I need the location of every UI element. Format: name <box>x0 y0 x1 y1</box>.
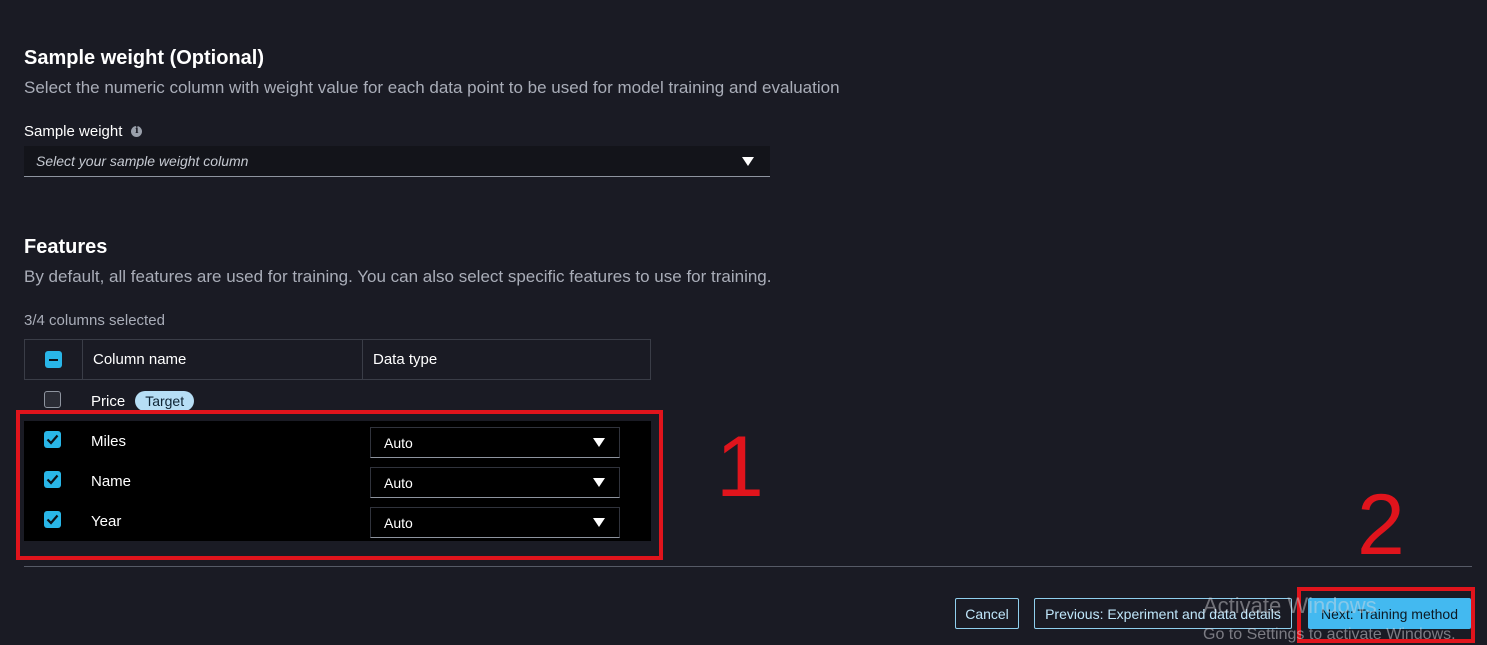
sample-weight-description: Select the numeric column with weight va… <box>24 78 840 97</box>
sample-weight-title: Sample weight (Optional) <box>24 47 265 69</box>
select-all-cell <box>25 340 83 379</box>
target-badge: Target <box>135 391 195 411</box>
column-name-header[interactable]: Column name <box>83 340 363 379</box>
columns-selected-count: 3/4 columns selected <box>24 312 165 329</box>
sample-weight-select[interactable]: Select your sample weight column <box>24 146 770 177</box>
price-checkbox[interactable] <box>44 391 61 408</box>
info-icon[interactable]: i <box>131 126 143 137</box>
footer-divider <box>24 566 1472 567</box>
select-all-checkbox[interactable] <box>45 351 62 368</box>
sample-weight-label-text: Sample weight <box>24 123 123 140</box>
features-table-header: Column name Data type <box>24 339 651 380</box>
chevron-down-icon <box>742 156 754 166</box>
features-title: Features <box>24 236 108 258</box>
data-type-header[interactable]: Data type <box>363 340 650 379</box>
activate-windows-hint: Go to Settings to activate Windows. <box>1203 626 1456 643</box>
activate-windows-watermark: Activate Windows <box>1203 593 1377 618</box>
column-name-price: Price <box>91 392 126 410</box>
sample-weight-label: Sample weight i <box>24 123 143 140</box>
cancel-button[interactable]: Cancel <box>955 598 1019 629</box>
annotation-number-2: 2 <box>1357 477 1405 573</box>
indeterminate-icon <box>49 358 58 361</box>
table-row-price: Price Target <box>91 391 195 411</box>
sample-weight-placeholder: Select your sample weight column <box>36 153 249 169</box>
annotation-number-1: 1 <box>716 419 764 515</box>
features-description: By default, all features are used for tr… <box>24 267 772 286</box>
annotation-box-1 <box>16 410 663 560</box>
